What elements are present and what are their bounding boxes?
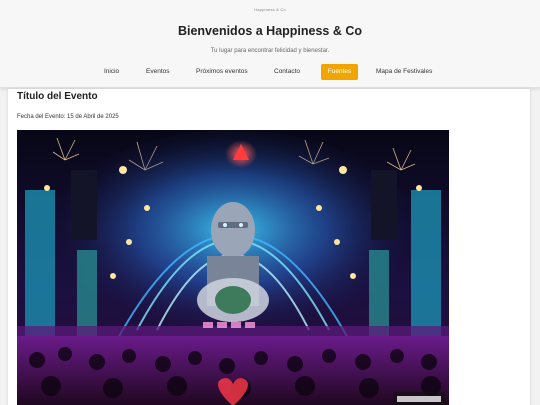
- site-title: Bienvenidos a Happiness & Co: [177, 24, 363, 38]
- event-date: Fecha del Evento: 15 de Abril de 2025: [17, 114, 119, 120]
- festival-stage-icon: [17, 130, 449, 405]
- site-logo[interactable]: Happiness & Co: [0, 7, 540, 12]
- nav-item-contacto[interactable]: Contacto: [274, 64, 300, 80]
- main-nav: Inicio Eventos Próximos eventos Contacto…: [0, 64, 540, 81]
- festival-stage-image: [17, 130, 449, 405]
- event-card: Título del Evento Fecha del Evento: 15 d…: [8, 89, 530, 405]
- site-header: Happiness & Co Bienvenidos a Happiness &…: [0, 0, 540, 88]
- event-title: Título del Evento: [17, 91, 98, 102]
- site-tagline: Tu lugar para encontrar felicidad y bien…: [210, 48, 330, 54]
- nav-item-inicio[interactable]: Inicio: [104, 64, 119, 80]
- nav-item-mapa-de-festivales[interactable]: Mapa de Festivales: [376, 64, 432, 80]
- nav-item-proximos-eventos[interactable]: Próximos eventos: [196, 64, 248, 80]
- nav-item-fuentes[interactable]: Fuentes: [321, 64, 358, 80]
- nav-item-eventos[interactable]: Eventos: [146, 64, 170, 80]
